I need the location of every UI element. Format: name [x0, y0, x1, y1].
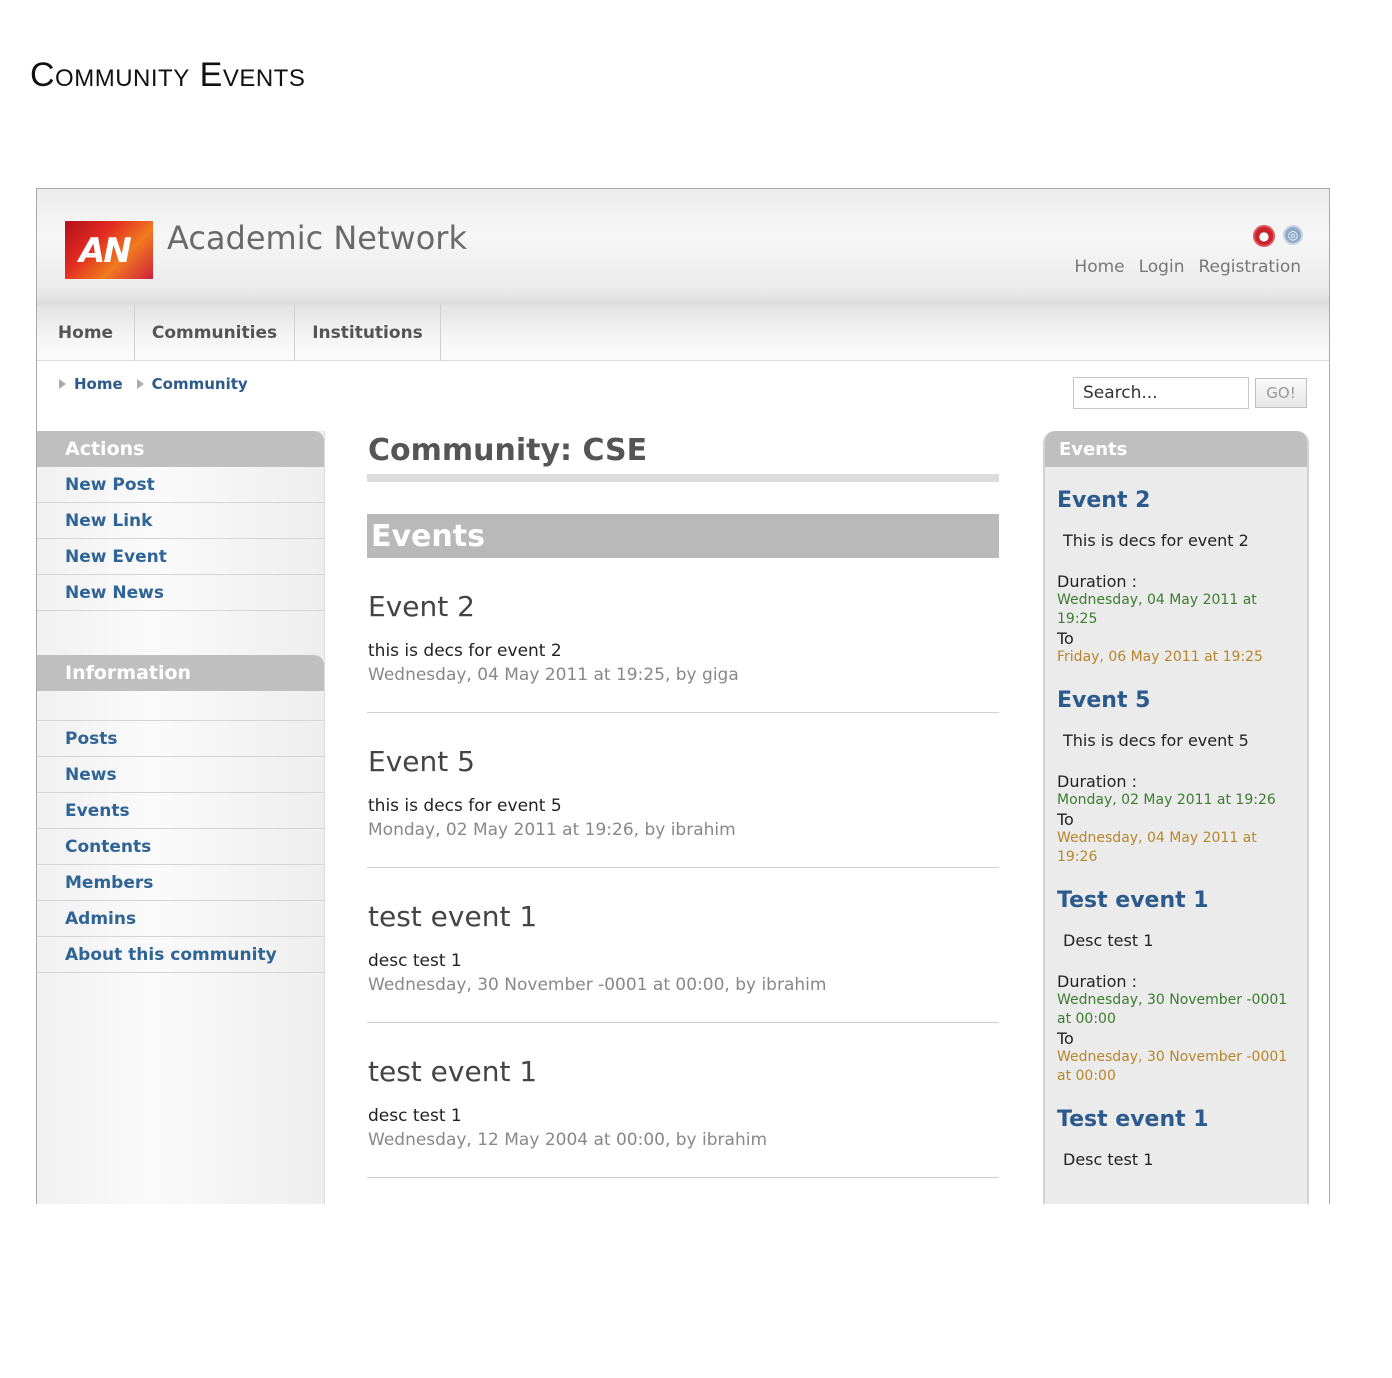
info-members[interactable]: Members: [37, 865, 324, 901]
search-button[interactable]: GO!: [1255, 378, 1307, 408]
duration-label: Duration :: [1057, 572, 1137, 591]
nav-communities[interactable]: Communities: [135, 305, 295, 361]
sidebar-event-description: This is decs for event 5: [1063, 731, 1249, 750]
event-start-date: Wednesday, 30 November -0001 at 00:00: [1057, 992, 1288, 1027]
sidebar-event: Event 2 This is decs for event 2 Duratio…: [1045, 467, 1307, 667]
info-posts[interactable]: Posts: [37, 721, 324, 757]
breadcrumb-arrow-icon: [59, 379, 66, 389]
info-contents[interactable]: Contents: [37, 829, 324, 865]
event-start-date: Monday, 02 May 2011 at 19:26: [1057, 792, 1276, 808]
information-list: Posts News Events Contents Members Admin…: [37, 721, 324, 973]
sidebar-event-title[interactable]: Test event 1: [1057, 867, 1295, 915]
actions-heading: Actions: [37, 431, 324, 467]
sidebar-event: Event 5 This is decs for event 5 Duratio…: [1045, 667, 1307, 867]
actions-list: New Post New Link New Event New News: [37, 467, 324, 611]
action-new-news[interactable]: New News: [37, 575, 324, 611]
nav-institutions[interactable]: Institutions: [295, 305, 441, 361]
sidebar-event: Test event 1 Desc test 1: [1045, 1086, 1307, 1169]
globe-icon[interactable]: ◎: [1283, 225, 1303, 245]
event-entry: Event 5 this is decs for event 5 Monday,…: [367, 713, 999, 868]
title-divider: [367, 474, 999, 482]
to-label: To: [1057, 810, 1074, 829]
event-start-date: Wednesday, 04 May 2011 at 19:25: [1057, 592, 1257, 627]
duration-label: Duration :: [1057, 972, 1137, 991]
event-meta: Wednesday, 12 May 2004 at 00:00, by ibra…: [368, 1130, 768, 1150]
page-title: Community: CSE: [368, 433, 648, 468]
sidebar-event-title[interactable]: Event 2: [1057, 467, 1295, 515]
events-section-heading: Events: [367, 514, 999, 558]
event-meta: Wednesday, 04 May 2011 at 19:25, by giga: [368, 665, 739, 685]
event-title[interactable]: Event 2: [368, 590, 999, 623]
breadcrumb-community[interactable]: Community: [152, 375, 248, 393]
event-meta: Monday, 02 May 2011 at 19:26, by ibrahim: [368, 820, 736, 840]
information-spacer: [37, 691, 324, 721]
sidebar-event: Test event 1 Desc test 1 Duration : Wedn…: [1045, 867, 1307, 1086]
flag-icon[interactable]: ●: [1253, 225, 1275, 247]
info-about-community[interactable]: About this community: [37, 937, 324, 973]
event-title[interactable]: Event 5: [368, 745, 999, 778]
duration-label: Duration :: [1057, 772, 1137, 791]
to-label: To: [1057, 629, 1074, 648]
top-links: Home Login Registration: [1074, 257, 1301, 277]
nav-home[interactable]: Home: [37, 305, 135, 361]
event-description: desc test 1: [368, 1106, 462, 1126]
event-entry: Event 2 this is decs for event 2 Wednesd…: [367, 558, 999, 713]
site-header: AN Academic Network ● ◎ Home Login Regis…: [37, 189, 1329, 305]
logo-text: AN: [79, 231, 132, 271]
to-label: To: [1057, 1029, 1074, 1048]
main-content: Community: CSE Events Event 2 this is de…: [367, 431, 999, 1178]
event-title[interactable]: test event 1: [368, 900, 999, 933]
action-new-link[interactable]: New Link: [37, 503, 324, 539]
information-heading: Information: [37, 655, 324, 691]
events-sidebar: Events Event 2 This is decs for event 2 …: [1043, 431, 1309, 1204]
event-end-date: Friday, 06 May 2011 at 19:25: [1057, 649, 1263, 665]
sidebar-event-title[interactable]: Test event 1: [1057, 1086, 1295, 1134]
sidebar-event-description: Desc test 1: [1063, 931, 1154, 950]
browser-page: AN Academic Network ● ◎ Home Login Regis…: [36, 188, 1330, 1204]
breadcrumb-home[interactable]: Home: [74, 375, 123, 393]
event-meta: Wednesday, 30 November -0001 at 00:00, b…: [368, 975, 827, 995]
event-title[interactable]: test event 1: [368, 1055, 999, 1088]
top-link-home[interactable]: Home: [1074, 257, 1124, 277]
search-input[interactable]: [1073, 377, 1249, 409]
event-description: desc test 1: [368, 951, 462, 971]
event-entry: test event 1 desc test 1 Wednesday, 12 M…: [367, 1023, 999, 1178]
left-sidebar: Actions New Post New Link New Event New …: [37, 431, 325, 1204]
events-sidebar-heading: Events: [1045, 431, 1307, 467]
language-icons: ● ◎: [1253, 225, 1303, 247]
main-nav: Home Communities Institutions: [37, 305, 1329, 361]
sidebar-event-description: This is decs for event 2: [1063, 531, 1249, 550]
action-new-post[interactable]: New Post: [37, 467, 324, 503]
sidebar-event-description: Desc test 1: [1063, 1150, 1154, 1169]
breadcrumb: Home Community: [59, 375, 256, 393]
action-new-event[interactable]: New Event: [37, 539, 324, 575]
event-description: this is decs for event 2: [368, 641, 562, 661]
top-link-login[interactable]: Login: [1139, 257, 1185, 277]
event-end-date: Wednesday, 04 May 2011 at 19:26: [1057, 830, 1257, 865]
info-news[interactable]: News: [37, 757, 324, 793]
info-events[interactable]: Events: [37, 793, 324, 829]
info-admins[interactable]: Admins: [37, 901, 324, 937]
event-entry: test event 1 desc test 1 Wednesday, 30 N…: [367, 868, 999, 1023]
sidebar-event-title[interactable]: Event 5: [1057, 667, 1295, 715]
breadcrumb-arrow-icon: [136, 379, 144, 389]
event-description: this is decs for event 5: [368, 796, 562, 816]
document-title: Community Events: [30, 56, 306, 94]
site-name: Academic Network: [167, 219, 467, 257]
site-logo[interactable]: AN: [65, 221, 153, 279]
top-link-registration[interactable]: Registration: [1198, 257, 1301, 277]
event-end-date: Wednesday, 30 November -0001 at 00:00: [1057, 1049, 1288, 1084]
